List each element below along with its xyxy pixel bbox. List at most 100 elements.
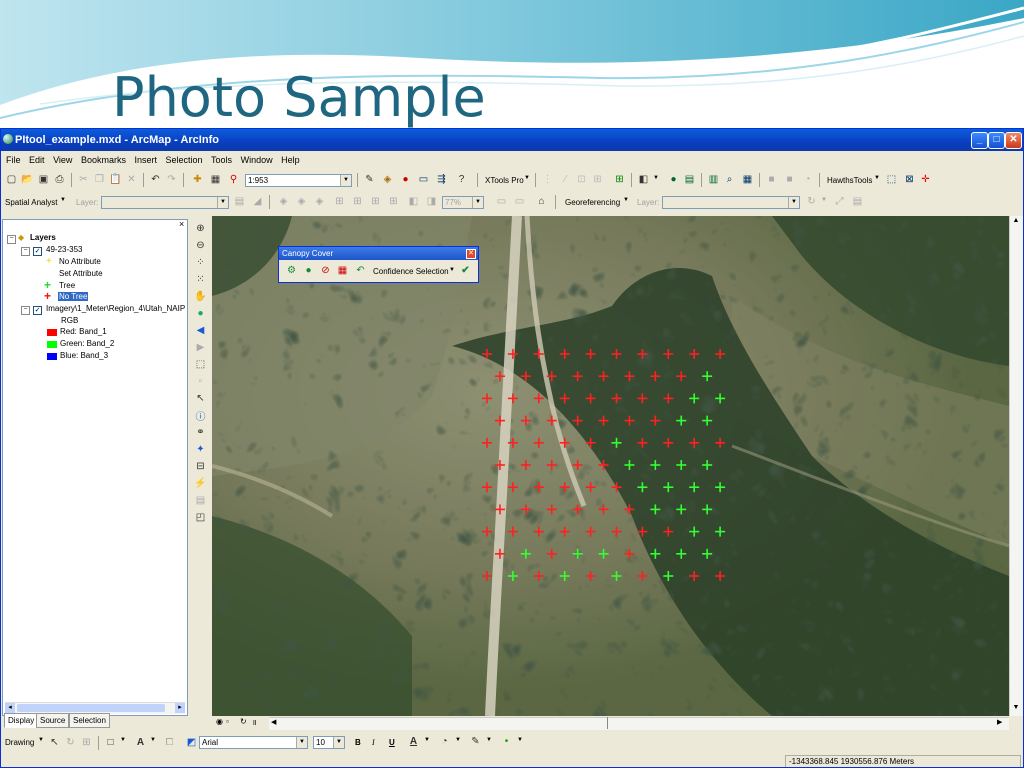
effects-icon[interactable]: ◈ <box>295 195 308 208</box>
chevron-left-icon[interactable]: ◀ <box>271 718 280 728</box>
disabled-tool-icon[interactable]: ■ <box>783 173 796 186</box>
window-titlebar[interactable]: PItool_example.mxd - ArcMap - ArcInfo _ … <box>1 129 1023 151</box>
delete-icon[interactable]: ✕ <box>125 173 138 186</box>
paste-icon[interactable]: 📋 <box>109 173 122 186</box>
chevron-down-icon[interactable]: ▼ <box>60 197 66 203</box>
refresh-icon[interactable]: ↻ <box>240 717 247 726</box>
scroll-thumb[interactable] <box>17 704 165 712</box>
histogram-icon[interactable]: ▤ <box>233 195 246 208</box>
close-icon[interactable]: ✕ <box>466 249 476 259</box>
menu-file[interactable]: File <box>6 155 21 165</box>
tool-dropdown-icon[interactable]: ◧ <box>637 173 650 186</box>
chevron-down-icon[interactable]: ▼ <box>486 737 492 743</box>
fixed-zoom-icon[interactable]: ⊞ <box>333 195 346 208</box>
line-color-icon[interactable]: ✎ <box>469 735 482 748</box>
back-extent-icon[interactable]: ◀ <box>194 324 207 337</box>
chevron-up-icon[interactable]: ▲ <box>1011 217 1021 227</box>
chevron-down-icon[interactable]: ▼ <box>524 175 530 181</box>
chevron-down-icon[interactable]: ▼ <box>821 197 827 203</box>
open-folder-icon[interactable]: 📂 <box>21 173 34 186</box>
cut-icon[interactable]: ✂ <box>77 173 90 186</box>
add-control-points-icon[interactable]: ⤢ <box>833 195 846 208</box>
edit-vertices-icon[interactable]: ⧠ <box>163 736 176 749</box>
bold-button[interactable]: B <box>355 738 361 747</box>
map-view[interactable] <box>212 216 1009 716</box>
map-horizontal-scrollbar[interactable]: ◀ ▶ <box>269 717 1009 730</box>
copy-icon[interactable]: ❐ <box>93 173 106 186</box>
fixed-zoom-icon[interactable]: ⊞ <box>369 195 382 208</box>
zoom-in-icon[interactable]: ⊕ <box>194 222 207 235</box>
go-to-xy-icon[interactable]: ✦ <box>194 443 207 456</box>
chevron-down-icon[interactable]: ▼ <box>424 737 430 743</box>
new-document-icon[interactable]: ▢ <box>5 173 18 186</box>
menu-edit[interactable]: Edit <box>29 155 45 165</box>
map-scale-combo[interactable]: 1:953 ▼ <box>245 174 352 187</box>
fixed-zoom-icon[interactable]: ⊞ <box>387 195 400 208</box>
command-line-icon[interactable]: ▭ <box>417 173 430 186</box>
disabled-tool-icon[interactable]: ▭ <box>513 195 526 208</box>
italic-button[interactable]: I <box>372 738 375 747</box>
font-size-combo[interactable]: 10 ▼ <box>313 736 345 749</box>
menu-view[interactable]: View <box>53 155 72 165</box>
undo-icon[interactable]: ↶ <box>354 264 367 277</box>
transparency-combo[interactable]: 77% ▼ <box>442 196 484 209</box>
forward-extent-icon[interactable]: ▶ <box>194 341 207 354</box>
toolbox-icon[interactable]: ● <box>399 173 412 186</box>
disabled-tool-icon[interactable]: ◔ <box>801 173 814 186</box>
scroll-thumb[interactable] <box>607 717 608 729</box>
tab-source[interactable]: Source <box>36 713 70 728</box>
fill-color-icon[interactable]: ◔ <box>438 735 451 748</box>
chevron-down-icon[interactable]: ▼ <box>217 197 228 208</box>
georeferencing-menu[interactable]: Georeferencing <box>565 198 620 207</box>
rectangle-icon[interactable]: □ <box>104 736 117 749</box>
maximize-button[interactable]: □ <box>988 132 1005 149</box>
menu-tools[interactable]: Tools <box>211 155 232 165</box>
disabled-tool-icon[interactable]: ▭ <box>495 195 508 208</box>
chevron-right-icon[interactable]: ▸ <box>175 703 185 713</box>
xtools-table-icon[interactable]: ⊞ <box>591 173 604 186</box>
marker-color-icon[interactable]: • <box>500 735 513 748</box>
swipe-icon[interactable]: ◧ <box>407 195 420 208</box>
pin-icon[interactable]: ⚲ <box>227 173 240 186</box>
zoom-whole-page-icon[interactable]: ⊞ <box>80 736 93 749</box>
georef-layer-combo[interactable]: ▼ <box>662 196 800 209</box>
menu-selection[interactable]: Selection <box>166 155 203 165</box>
xtools-pro-menu[interactable]: XTools Pro <box>485 176 524 185</box>
catalog-icon[interactable]: ◈ <box>381 173 394 186</box>
tab-display[interactable]: Display <box>4 713 39 728</box>
disabled-tool-icon[interactable]: ■ <box>765 173 778 186</box>
collapse-icon[interactable]: − <box>21 306 30 315</box>
spatial-analyst-layer-combo[interactable]: ▼ <box>101 196 229 209</box>
pan-icon[interactable]: ✋ <box>194 290 207 303</box>
chevron-down-icon[interactable]: ▼ <box>120 737 126 743</box>
fixed-zoom-out-icon[interactable]: ⁙ <box>194 273 207 286</box>
drawing-menu[interactable]: Drawing <box>5 738 34 747</box>
chevron-down-icon[interactable]: ▼ <box>333 737 344 748</box>
xtools-select-icon[interactable]: ⊡ <box>575 173 588 186</box>
measure-icon[interactable]: ⊟ <box>194 460 207 473</box>
table-icon[interactable]: ▦ <box>741 173 754 186</box>
tree-marker-icon[interactable]: ● <box>302 264 315 277</box>
find-icon[interactable]: ⚭ <box>194 426 207 439</box>
layers-root-label[interactable]: Layers <box>30 233 56 242</box>
identify-icon[interactable]: ⓘ <box>194 409 207 423</box>
layer-class-label-selected[interactable]: No Tree <box>58 292 89 301</box>
clear-selection-icon[interactable]: ▫ <box>194 375 207 388</box>
redo-icon[interactable]: ↷ <box>165 173 178 186</box>
zoom-out-icon[interactable]: ⊖ <box>194 239 207 252</box>
chevron-down-icon[interactable]: ▼ <box>340 175 351 186</box>
close-icon[interactable]: × <box>179 219 184 229</box>
map-vertical-scrollbar[interactable]: ▲ ▼ <box>1009 216 1023 716</box>
link-table-icon[interactable]: ▤ <box>851 195 864 208</box>
layout-view-icon[interactable]: ▫ <box>226 717 229 726</box>
chevron-down-icon[interactable]: ▼ <box>517 737 523 743</box>
editor-icon[interactable]: ✎ <box>363 173 376 186</box>
layer-visibility-checkbox[interactable]: ✓ <box>33 306 42 315</box>
contour-icon[interactable]: ◢ <box>251 195 264 208</box>
zoom-box-icon[interactable]: ⊠ <box>903 173 916 186</box>
chevron-down-icon[interactable]: ▼ <box>623 197 629 203</box>
select-elements-icon[interactable]: ↖ <box>48 736 61 749</box>
pause-icon[interactable]: ॥ <box>252 717 257 728</box>
chevron-down-icon[interactable]: ▼ <box>653 175 659 181</box>
spatial-analyst-menu[interactable]: Spatial Analyst <box>5 198 57 207</box>
